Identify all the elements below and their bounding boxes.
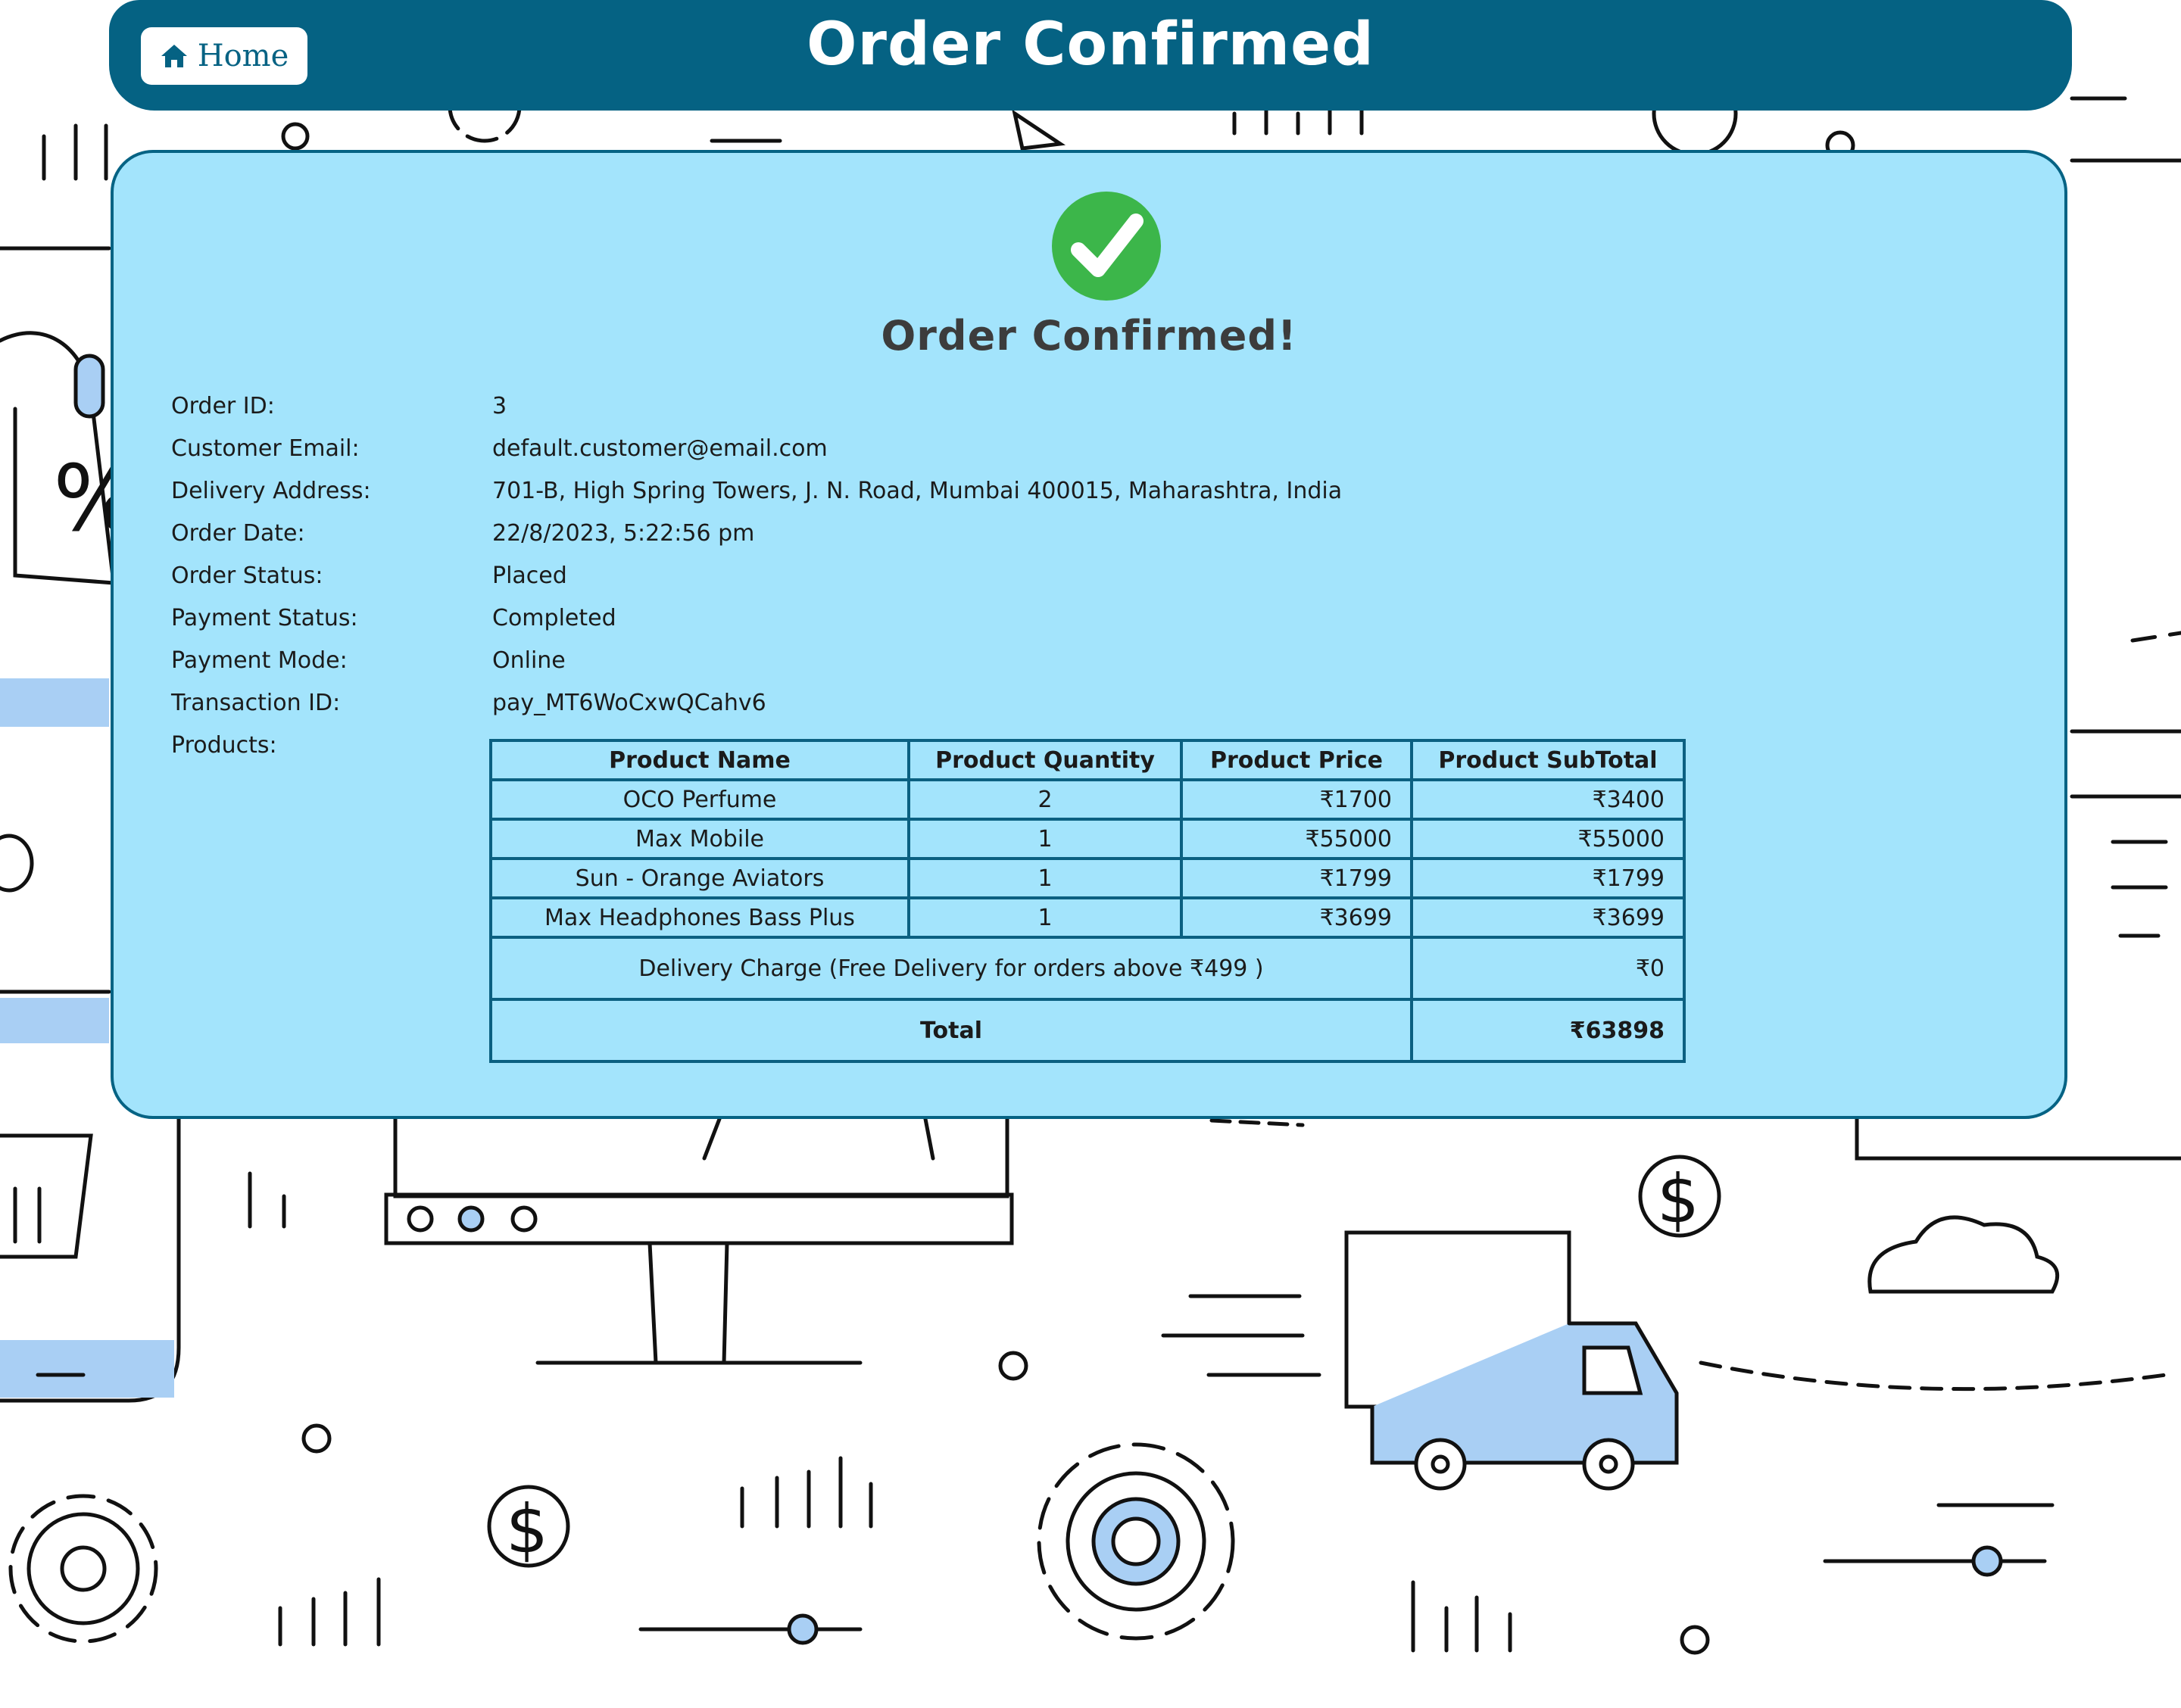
product-name-cell: Sun - Orange Aviators [489, 857, 910, 899]
order-id-label: Order ID: [171, 392, 275, 419]
order-summary-table: Delivery Charge (Free Delivery for order… [489, 936, 1686, 1063]
column-header: Product Quantity [907, 739, 1183, 781]
svg-text:$: $ [506, 1490, 548, 1568]
customer-email-label: Customer Email: [171, 435, 360, 462]
order-id-row: Order ID: 3 [171, 385, 1342, 427]
product-subtotal-cell: ₹1799 [1410, 857, 1686, 899]
products-label: Products: [171, 731, 277, 759]
column-header: Product Price [1180, 739, 1413, 781]
order-confirmation-card: Order Confirmed! Order ID: 3 Customer Em… [111, 150, 2067, 1119]
product-price-cell: ₹3699 [1180, 896, 1413, 939]
product-price-cell: ₹1799 [1180, 857, 1413, 899]
product-subtotal-cell: ₹3400 [1410, 778, 1686, 821]
total-row: Total ₹63898 [489, 998, 1686, 1063]
order-status-label: Order Status: [171, 562, 323, 589]
customer-email-row: Customer Email: default.customer@email.c… [171, 427, 1342, 469]
table-row: OCO Perfume 2 ₹1700 ₹3400 [489, 778, 1686, 821]
order-id-value: 3 [492, 392, 507, 419]
column-header: Product Name [489, 739, 910, 781]
order-date-row: Order Date: 22/8/2023, 5:22:56 pm [171, 512, 1342, 554]
payment-mode-value: Online [492, 647, 566, 674]
transaction-id-row: Transaction ID: pay_MT6WoCxwQCahv6 [171, 681, 1342, 724]
product-quantity-cell: 2 [907, 778, 1183, 821]
payment-status-value: Completed [492, 604, 616, 631]
product-quantity-cell: 1 [907, 896, 1183, 939]
order-date-label: Order Date: [171, 519, 305, 547]
order-status-value: Placed [492, 562, 567, 589]
order-date-value: 22/8/2023, 5:22:56 pm [492, 519, 755, 547]
delivery-charge-row: Delivery Charge (Free Delivery for order… [489, 936, 1686, 1001]
delivery-address-row: Delivery Address: 701-B, High Spring Tow… [171, 469, 1342, 512]
delivery-charge-value: ₹0 [1410, 936, 1686, 1001]
products-section: Product Name Product Quantity Product Pr… [489, 739, 1686, 1063]
product-quantity-cell: 1 [907, 857, 1183, 899]
header-bar: Home Order Confirmed [109, 0, 2072, 111]
transaction-id-value: pay_MT6WoCxwQCahv6 [492, 689, 766, 716]
products-table: Product Name Product Quantity Product Pr… [489, 739, 1686, 939]
table-row: Max Headphones Bass Plus 1 ₹3699 ₹3699 [489, 896, 1686, 939]
product-name-cell: Max Headphones Bass Plus [489, 896, 910, 939]
table-row: Sun - Orange Aviators 1 ₹1799 ₹1799 [489, 857, 1686, 899]
product-name-cell: Max Mobile [489, 818, 910, 860]
customer-email-value: default.customer@email.com [492, 435, 828, 462]
delivery-address-label: Delivery Address: [171, 477, 371, 504]
check-circle-icon [1052, 192, 1161, 301]
delivery-address-value: 701-B, High Spring Towers, J. N. Road, M… [492, 477, 1343, 504]
column-header: Product SubTotal [1410, 739, 1686, 781]
product-subtotal-cell: ₹55000 [1410, 818, 1686, 860]
payment-mode-label: Payment Mode: [171, 647, 348, 674]
payment-status-label: Payment Status: [171, 604, 358, 631]
transaction-id-label: Transaction ID: [171, 689, 341, 716]
payment-mode-row: Payment Mode: Online [171, 639, 1342, 681]
confirmation-heading: Order Confirmed! [881, 312, 1297, 360]
product-quantity-cell: 1 [907, 818, 1183, 860]
table-row: Max Mobile 1 ₹55000 ₹55000 [489, 818, 1686, 860]
delivery-charge-label: Delivery Charge (Free Delivery for order… [489, 936, 1413, 1001]
product-name-cell: OCO Perfume [489, 778, 910, 821]
order-status-row: Order Status: Placed [171, 554, 1342, 597]
svg-text:$: $ [1657, 1160, 1699, 1238]
table-header-row: Product Name Product Quantity Product Pr… [489, 739, 1686, 781]
total-label: Total [489, 998, 1413, 1063]
order-details: Order ID: 3 Customer Email: default.cust… [171, 385, 1342, 766]
product-price-cell: ₹55000 [1180, 818, 1413, 860]
total-value: ₹63898 [1410, 998, 1686, 1063]
payment-status-row: Payment Status: Completed [171, 597, 1342, 639]
product-price-cell: ₹1700 [1180, 778, 1413, 821]
product-subtotal-cell: ₹3699 [1410, 896, 1686, 939]
page-title: Order Confirmed [807, 11, 1374, 79]
